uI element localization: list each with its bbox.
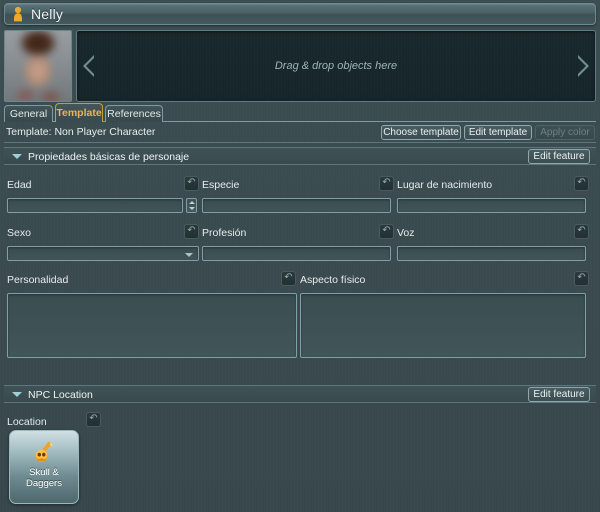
template-bar: Template: Non Player Character Choose te… [0, 123, 600, 145]
field-label-personalidad: Personalidad [7, 274, 69, 286]
reset-button-voz[interactable] [574, 223, 589, 239]
character-portrait[interactable] [4, 30, 72, 102]
skull-and-daggers-icon [31, 439, 57, 465]
field-input-voz[interactable] [397, 246, 586, 261]
field-input-lugar-de-nacimiento[interactable] [397, 198, 586, 213]
edit-template-button[interactable]: Edit template [464, 125, 532, 140]
window-title: Nelly [31, 6, 64, 22]
chevron-down-icon[interactable] [12, 392, 22, 397]
reset-button-aspecto-fisico[interactable] [574, 270, 589, 286]
template-separator [4, 142, 596, 143]
reset-button-sexo[interactable] [184, 223, 199, 239]
section-title-basic-properties: Propiedades básicas de personaje [28, 151, 190, 163]
field-label-voz: Voz [397, 227, 415, 239]
field-label-aspecto-fisico: Aspecto físico [300, 274, 366, 286]
object-dropzone[interactable]: Drag & drop objects here [76, 30, 596, 102]
edit-feature-button-basic[interactable]: Edit feature [528, 149, 590, 164]
reset-button-personalidad[interactable] [281, 270, 296, 286]
location-card-label: Skull & Daggers [26, 467, 62, 489]
window-titlebar: Nelly [4, 3, 596, 25]
chevron-right-icon[interactable] [578, 55, 589, 77]
chevron-left-icon[interactable] [83, 55, 94, 77]
character-sheet-window: Nelly Drag & drop objects here General T… [0, 0, 600, 512]
apply-color-button: Apply color [535, 125, 595, 140]
chevron-down-icon[interactable] [185, 253, 193, 257]
field-label-lugar-de-nacimiento: Lugar de nacimiento [397, 179, 493, 191]
edit-feature-button-location[interactable]: Edit feature [528, 387, 590, 402]
section-title-npc-location: NPC Location [28, 389, 93, 401]
field-label-edad: Edad [7, 179, 32, 191]
field-input-profesion[interactable] [202, 246, 391, 261]
field-dropdown-sexo[interactable] [7, 246, 199, 261]
dropzone-hint: Drag & drop objects here [274, 60, 398, 72]
field-label-sexo: Sexo [7, 227, 31, 239]
character-pawn-icon [11, 6, 25, 22]
template-name-label: Template: Non Player Character [6, 126, 156, 138]
section-header-basic-properties[interactable]: Propiedades básicas de personaje Edit fe… [4, 147, 596, 165]
field-label-especie: Especie [202, 179, 240, 191]
reset-button-location[interactable] [86, 411, 101, 427]
field-label-profesion: Profesión [202, 227, 247, 239]
choose-template-button[interactable]: Choose template [381, 125, 461, 140]
spinner-edad[interactable] [186, 198, 197, 213]
tab-references[interactable]: References [105, 105, 163, 122]
tab-general[interactable]: General [4, 105, 53, 122]
field-input-edad[interactable] [7, 198, 183, 213]
location-card-skull-and-daggers[interactable]: Skull & Daggers [9, 430, 79, 504]
reset-button-profesion[interactable] [379, 223, 394, 239]
section-header-npc-location[interactable]: NPC Location Edit feature [4, 385, 596, 403]
field-textarea-aspecto-fisico[interactable] [300, 293, 586, 358]
field-textarea-personalidad[interactable] [7, 293, 297, 358]
reset-button-edad[interactable] [184, 175, 199, 191]
tab-template[interactable]: Template [55, 103, 103, 122]
reset-button-especie[interactable] [379, 175, 394, 191]
field-label-location: Location [7, 416, 47, 428]
chevron-down-icon[interactable] [12, 154, 22, 159]
reset-button-lugar-de-nacimiento[interactable] [574, 175, 589, 191]
portrait-image [5, 31, 71, 101]
field-input-especie[interactable] [202, 198, 391, 213]
tabstrip: General Template References [4, 103, 596, 122]
